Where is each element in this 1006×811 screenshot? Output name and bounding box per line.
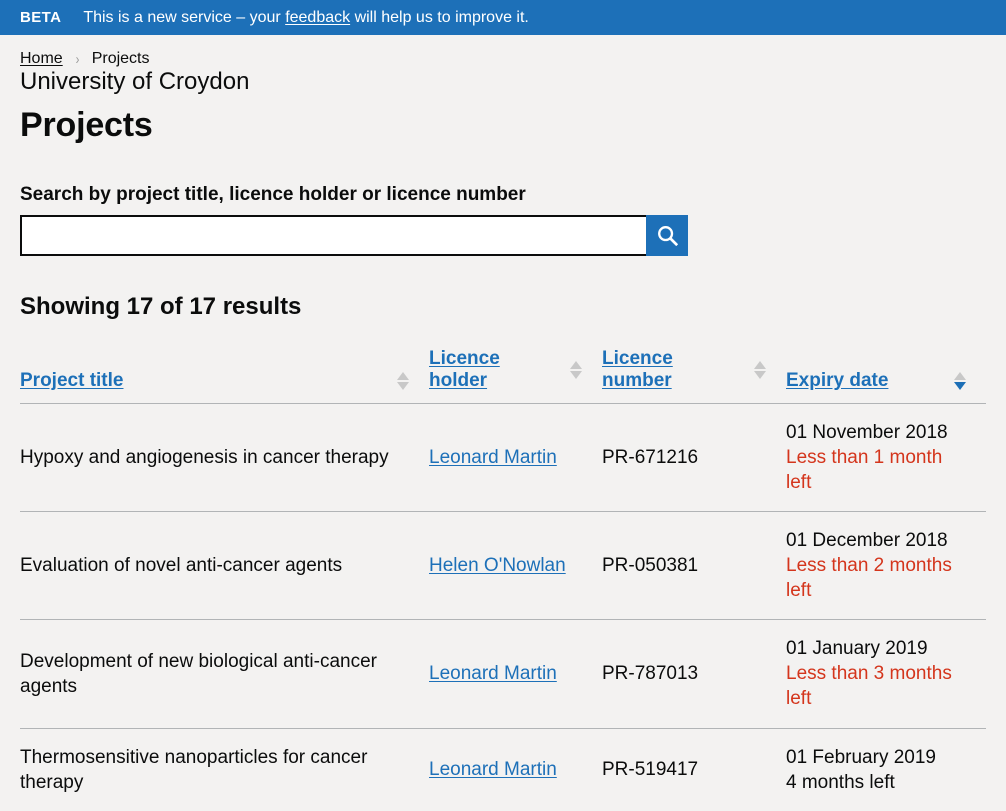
cell-project-title: Development of new biological anti-cance… xyxy=(20,619,429,729)
phase-tag: BETA xyxy=(20,9,62,26)
column-header-expiry-date: Expiry date xyxy=(786,347,986,404)
search-row xyxy=(20,215,688,257)
expiry-status-badge: Less than 1 month left xyxy=(786,446,943,493)
expiry-date-value: 01 January 2019 xyxy=(786,638,928,660)
cell-licence-holder: Leonard Martin xyxy=(429,619,602,729)
search-label: Search by project title, licence holder … xyxy=(20,184,526,206)
chevron-right-icon: › xyxy=(75,50,80,68)
sort-arrows-licence-holder[interactable] xyxy=(570,360,582,379)
sort-ascending-icon xyxy=(754,360,766,369)
feedback-link[interactable]: feedback xyxy=(285,9,350,26)
table-row: Evaluation of novel anti-cancer agents H… xyxy=(20,511,986,621)
cell-licence-number: PR-787013 xyxy=(602,619,786,729)
expiry-date-value: 01 November 2018 xyxy=(786,421,948,443)
sort-link-licence-holder[interactable]: Licence holder xyxy=(429,348,560,392)
column-header-licence-holder: Licence holder xyxy=(429,347,602,404)
sort-descending-icon xyxy=(397,381,409,390)
sort-arrows-licence-number[interactable] xyxy=(754,360,766,379)
cell-licence-holder: Leonard Martin xyxy=(429,728,602,811)
search-block: Search by project title, licence holder … xyxy=(20,184,986,257)
expiry-date-value: 01 December 2018 xyxy=(786,530,948,552)
phase-banner-text: This is a new service – your feedback wi… xyxy=(83,8,529,26)
projects-table: Project title Licence holder Licence num… xyxy=(20,347,986,811)
sort-link-expiry-date[interactable]: Expiry date xyxy=(786,370,888,392)
sort-ascending-icon xyxy=(397,371,409,380)
projects-table-head: Project title Licence holder Licence num… xyxy=(20,347,986,404)
search-icon xyxy=(657,225,678,247)
cell-licence-number: PR-519417 xyxy=(602,759,699,781)
table-row: Thermosensitive nanoparticles for cancer… xyxy=(20,728,986,811)
sort-descending-icon xyxy=(954,381,966,390)
sort-link-licence-number[interactable]: Licence number xyxy=(602,348,744,392)
main-content: University of Croydon Projects Search by… xyxy=(0,68,1006,811)
cell-licence-number: PR-671216 xyxy=(602,403,786,513)
column-header-licence-number: Licence number xyxy=(602,347,786,404)
column-header-project-title: Project title xyxy=(20,347,429,404)
cell-project-title: Thermosensitive nanoparticles for cancer… xyxy=(20,746,368,793)
cell-licence-number: PR-050381 xyxy=(602,511,786,621)
licence-holder-link[interactable]: Leonard Martin xyxy=(429,759,557,780)
sort-descending-icon xyxy=(754,370,766,379)
table-row: Development of new biological anti-cance… xyxy=(20,619,986,729)
licence-holder-link[interactable]: Leonard Martin xyxy=(429,663,557,684)
sort-arrows-expiry-date[interactable] xyxy=(954,371,966,390)
breadcrumb: Home › Projects xyxy=(0,35,1006,69)
phase-text-after: will help us to improve it. xyxy=(350,8,529,26)
phase-text-before: This is a new service – your xyxy=(83,8,286,26)
sort-ascending-icon xyxy=(954,371,966,380)
cell-project-title: Hypoxy and angiogenesis in cancer therap… xyxy=(20,403,429,513)
results-summary: Showing 17 of 17 results xyxy=(20,293,302,321)
breadcrumb-item-current: Projects xyxy=(91,50,150,67)
cell-expiry-date: 01 January 2019 Less than 3 months left xyxy=(786,619,986,729)
cell-expiry-date: 01 November 2018 Less than 1 month left xyxy=(786,403,986,513)
sort-arrows-project-title[interactable] xyxy=(397,371,409,390)
cell-project-title: Evaluation of novel anti-cancer agents xyxy=(20,511,429,621)
breadcrumb-item-home[interactable]: Home xyxy=(20,50,63,68)
expiry-date-value: 01 February 2019 xyxy=(786,746,936,768)
expiry-status-badge: Less than 2 months left xyxy=(786,555,952,602)
table-header-row: Project title Licence holder Licence num… xyxy=(20,347,986,404)
cell-expiry-date: 01 December 2018 Less than 2 months left xyxy=(786,511,986,621)
search-button[interactable] xyxy=(646,215,688,257)
cell-expiry-date: 01 February 2019 4 months left xyxy=(786,728,986,811)
page-title: Projects xyxy=(20,106,153,145)
licence-holder-link[interactable]: Leonard Martin xyxy=(429,447,557,468)
cell-licence-holder: Leonard Martin xyxy=(429,403,602,513)
phase-banner: BETA This is a new service – your feedba… xyxy=(0,0,1006,35)
sort-link-project-title[interactable]: Project title xyxy=(20,370,123,392)
licence-holder-link[interactable]: Helen O'Nowlan xyxy=(429,555,566,576)
cell-licence-holder: Helen O'Nowlan xyxy=(429,511,602,621)
expiry-status-badge: Less than 3 months left xyxy=(786,663,952,710)
sort-descending-icon xyxy=(570,370,582,379)
expiry-status-badge: 4 months left xyxy=(786,771,895,793)
table-row: Hypoxy and angiogenesis in cancer therap… xyxy=(20,403,986,513)
search-input[interactable] xyxy=(20,215,646,257)
projects-table-body: Hypoxy and angiogenesis in cancer therap… xyxy=(20,403,986,810)
page-caption: University of Croydon xyxy=(20,68,250,95)
sort-ascending-icon xyxy=(570,360,582,369)
